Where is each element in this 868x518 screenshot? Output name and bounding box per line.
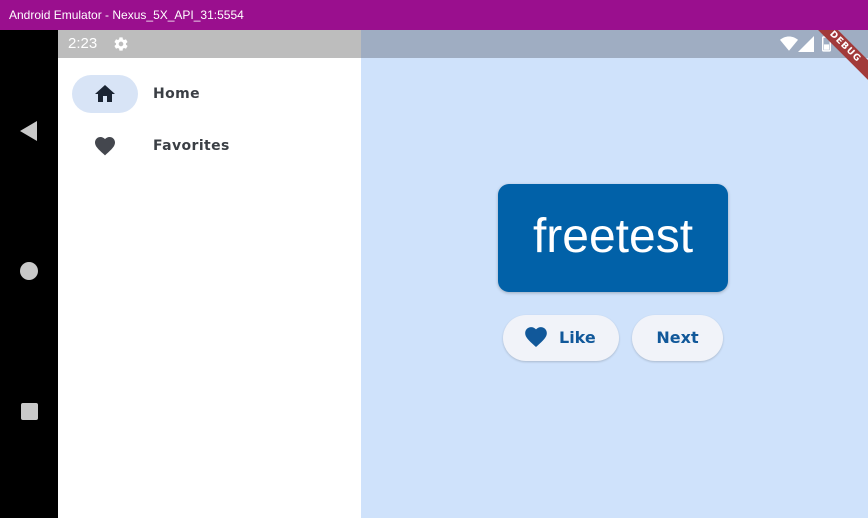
status-bar: 2:23 (58, 30, 868, 58)
nav-label-favorites: Favorites (153, 138, 230, 154)
home-circle-icon[interactable] (20, 262, 38, 280)
back-icon[interactable] (20, 121, 37, 141)
generator-page: freetest Like Next (361, 58, 868, 518)
wifi-icon (780, 36, 798, 51)
home-icon (95, 85, 115, 102)
navigation-rail: Home Favorites (58, 58, 361, 518)
heart-icon (95, 137, 115, 156)
nav-item-favorites[interactable]: Favorites (72, 127, 332, 165)
gear-icon (114, 37, 128, 51)
word-pair-card: freetest (498, 184, 728, 292)
nav-item-home[interactable]: Home (72, 75, 332, 113)
signal-icon (798, 36, 814, 52)
like-button[interactable]: Like (503, 315, 619, 361)
recents-icon[interactable] (21, 403, 38, 420)
window-title: Android Emulator - Nexus_5X_API_31:5554 (0, 0, 868, 30)
device-frame: 2:23 DEBUG Home Favorites freetest Like … (0, 30, 868, 518)
like-button-label: Like (559, 328, 596, 347)
nav-label-home: Home (153, 86, 201, 102)
emulator-window: Android Emulator - Nexus_5X_API_31:5554 … (0, 0, 868, 518)
android-nav-bar (0, 30, 58, 518)
status-time: 2:23 (68, 35, 98, 52)
heart-icon (525, 327, 547, 348)
app-screen: 2:23 DEBUG Home Favorites freetest Like … (58, 30, 868, 518)
next-button[interactable]: Next (632, 315, 723, 361)
